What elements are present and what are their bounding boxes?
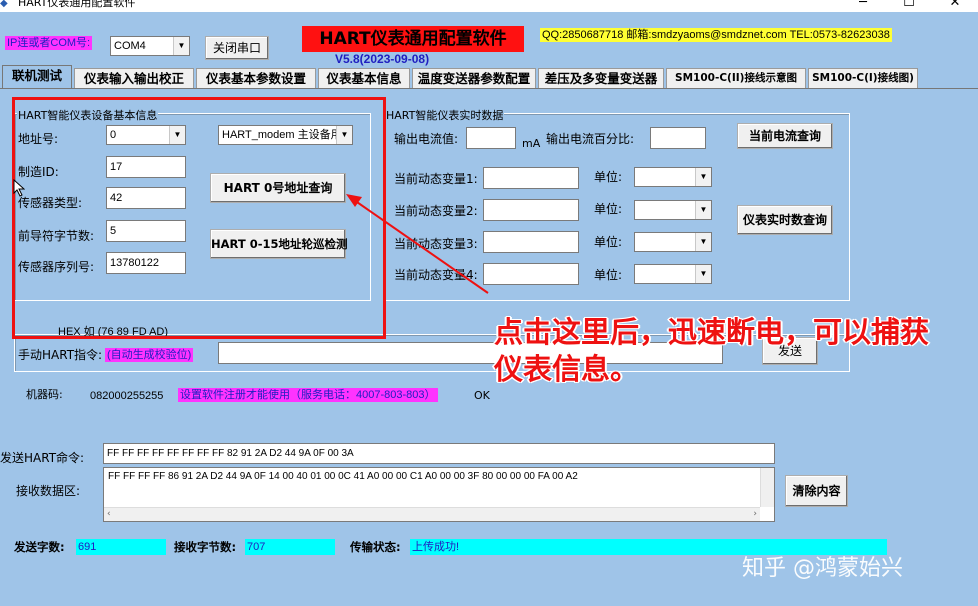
close-window-button[interactable]: ✕ [932, 0, 978, 11]
current-query-button[interactable]: 当前电流查询 [737, 123, 833, 149]
register-notice: 设置软件注册才能使用（服务电话：4007-803-803） [178, 388, 438, 402]
tab-sm100-c1-wiring[interactable]: SM100-C(I)接线图) [808, 68, 918, 88]
machine-code-label: 机器码: [26, 388, 63, 401]
hart-address0-query-button[interactable]: HART 0号地址查询 [210, 173, 346, 203]
watermark: 知乎 @鸿蒙始兴 [742, 556, 903, 581]
unit4-select[interactable]: ▼ [634, 264, 712, 284]
dynamic-var1-label: 当前动态变量1: [394, 172, 478, 186]
output-current-field[interactable] [466, 127, 516, 149]
dynamic-var4-field[interactable] [483, 263, 579, 285]
auto-checksum-label: (自动生成校验位) [105, 348, 194, 362]
app-title: HART仪表通用配置软件 [302, 26, 524, 52]
scroll-left-icon[interactable]: ‹ [107, 508, 111, 521]
hart-address-poll-button[interactable]: HART 0-15地址轮巡检测 [210, 229, 348, 259]
tab-differential-pressure[interactable]: 差压及多变量变送器 [538, 68, 664, 88]
machine-status: OK [474, 389, 490, 402]
maximize-button[interactable]: ☐ [886, 0, 932, 11]
receive-data-area[interactable]: FF FF FF FF 86 91 2A D2 44 9A 0F 14 00 4… [103, 467, 775, 522]
com-label: IP连或者COM号: [5, 36, 93, 50]
output-percent-field[interactable] [650, 127, 706, 149]
chevron-down-icon[interactable]: ▼ [336, 126, 352, 144]
modem-select-value: HART_modem 主设备用 [222, 129, 342, 141]
window-title: HART仪表通用配置软件 [18, 0, 136, 9]
recv-count-label: 接收字节数: [174, 540, 237, 554]
current-unit-label: mA [522, 137, 541, 150]
maker-id-field[interactable]: 17 [106, 156, 186, 178]
dynamic-var3-label: 当前动态变量3: [394, 237, 478, 251]
output-percent-label: 输出电流百分比: [546, 132, 635, 146]
com-select-value: COM4 [114, 40, 146, 52]
unit2-label: 单位: [594, 202, 623, 216]
dynamic-var2-label: 当前动态变量2: [394, 204, 478, 218]
clear-content-button[interactable]: 清除内容 [785, 475, 848, 507]
version-label: V5.8(2023-09-08) [335, 52, 430, 66]
sensor-serial-field[interactable]: 13780122 [106, 252, 186, 274]
mouse-cursor-icon [13, 179, 25, 197]
send-hart-field[interactable]: FF FF FF FF FF FF FF FF 82 91 2A D2 44 9… [103, 443, 775, 464]
annotation-text-line1: 点击这里后，迅速断电，可以捕获 [494, 315, 930, 349]
tab-basic-info[interactable]: 仪表基本信息 [318, 68, 410, 88]
vertical-scrollbar[interactable] [760, 468, 774, 507]
unit3-label: 单位: [594, 235, 623, 249]
dynamic-var4-label: 当前动态变量4: [394, 268, 478, 282]
window-title-bar [0, 0, 978, 12]
tab-online-test[interactable]: 联机测试 [2, 65, 72, 89]
tab-basic-params[interactable]: 仪表基本参数设置 [196, 68, 316, 88]
address-label: 地址号: [18, 132, 59, 146]
realtime-data-title: HART智能仪表实时数据 [385, 107, 505, 123]
tab-temperature-config[interactable]: 温度变送器参数配置 [412, 68, 536, 88]
contact-info: QQ:2850687718 邮箱:smdzyaoms@smdznet.com T… [540, 28, 892, 42]
chevron-down-icon[interactable]: ▼ [169, 126, 185, 144]
unit4-label: 单位: [594, 268, 623, 282]
preamble-field[interactable]: 5 [106, 220, 186, 242]
maker-id-label: 制造ID: [18, 165, 59, 179]
app-icon: ◆ [0, 0, 8, 9]
sensor-serial-label: 传感器序列号: [18, 260, 95, 274]
machine-code-value: 082000255255 [90, 390, 164, 402]
chevron-down-icon[interactable]: ▼ [695, 265, 711, 283]
tab-underline [0, 88, 978, 89]
chevron-down-icon[interactable]: ▼ [695, 233, 711, 251]
tab-io-calibration[interactable]: 仪表输入输出校正 [74, 68, 194, 88]
address-select-value: 0 [110, 129, 117, 141]
annotation-text-line2: 仪表信息。 [494, 352, 640, 386]
transfer-state-label: 传输状态: [350, 540, 401, 554]
dynamic-var2-field[interactable] [483, 199, 579, 221]
receive-data-label: 接收数据区: [16, 484, 81, 498]
recv-count-value: 707 [245, 539, 335, 555]
minimize-button[interactable]: ─ [840, 0, 886, 11]
com-select[interactable]: COM4 ▼ [110, 36, 190, 56]
hex-hint-label: HEX 如 (76 89 FD AD) [58, 326, 169, 338]
sent-count-label: 发送字数: [14, 540, 65, 554]
chevron-down-icon[interactable]: ▼ [695, 201, 711, 219]
output-current-label: 输出电流值: [394, 132, 459, 146]
address-select[interactable]: 0 ▼ [106, 125, 186, 145]
unit1-select[interactable]: ▼ [634, 167, 712, 187]
dynamic-var1-field[interactable] [483, 167, 579, 189]
send-hart-label: 发送HART命令: [0, 451, 85, 465]
chevron-down-icon[interactable]: ▼ [695, 168, 711, 186]
basic-info-title: HART智能仪表设备基本信息 [17, 107, 159, 123]
horizontal-scrollbar[interactable]: ‹ › [104, 507, 760, 521]
unit1-label: 单位: [594, 170, 623, 184]
unit2-select[interactable]: ▼ [634, 200, 712, 220]
dynamic-var3-field[interactable] [483, 231, 579, 253]
unit3-select[interactable]: ▼ [634, 232, 712, 252]
sensor-type-label: 传感器类型: [18, 196, 83, 210]
close-port-button[interactable]: 关闭串口 [205, 36, 269, 60]
manual-command-label: 手动HART指令: [18, 348, 103, 362]
sent-count-value: 691 [76, 539, 166, 555]
tab-sm100-c2-wiring[interactable]: SM100-C(II)接线示意图 [666, 68, 806, 88]
modem-select[interactable]: HART_modem 主设备用 ▼ [218, 125, 353, 145]
scroll-right-icon[interactable]: › [753, 508, 757, 521]
preamble-label: 前导符字节数: [18, 229, 95, 243]
realtime-query-button[interactable]: 仪表实时数查询 [737, 205, 833, 235]
sensor-type-field[interactable]: 42 [106, 187, 186, 209]
chevron-down-icon[interactable]: ▼ [173, 37, 189, 55]
receive-data-text: FF FF FF FF 86 91 2A D2 44 9A 0F 14 00 4… [108, 471, 578, 482]
